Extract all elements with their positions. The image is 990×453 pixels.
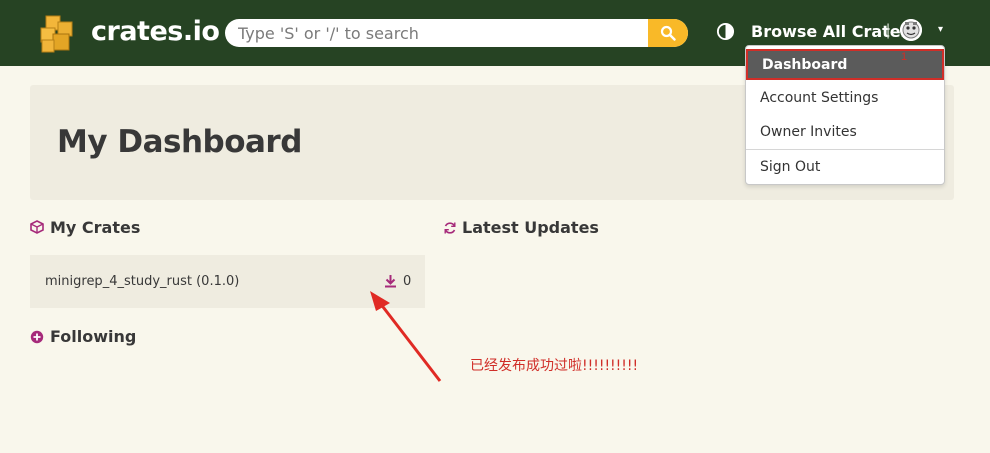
- logo-text[interactable]: crates.io: [91, 16, 220, 47]
- menu-item-owner-invites[interactable]: Owner Invites: [746, 115, 944, 149]
- annotation-note: 已经发布成功过啦!!!!!!!!!!: [470, 358, 639, 374]
- following-heading: Following: [50, 327, 137, 346]
- menu-item-dashboard[interactable]: Dashboard: [746, 49, 944, 80]
- crate-name-link[interactable]: minigrep_4_study_rust (0.1.0): [45, 274, 239, 289]
- crate-box-icon: [30, 220, 44, 234]
- header-separator: |: [886, 22, 891, 39]
- menu-item-sign-out[interactable]: Sign Out: [746, 150, 944, 184]
- search-button[interactable]: [648, 19, 688, 47]
- crates-logo-icon[interactable]: [38, 14, 78, 54]
- user-avatar[interactable]: [900, 19, 922, 41]
- search-icon: [660, 25, 676, 41]
- annotation-arrow-icon: [370, 291, 442, 382]
- search-bar: [225, 19, 688, 47]
- theme-toggle-icon[interactable]: [716, 22, 735, 41]
- search-input[interactable]: [225, 19, 648, 47]
- my-crates-heading: My Crates: [50, 218, 141, 237]
- plus-circle-icon: [30, 330, 44, 344]
- user-dropdown-menu: Dashboard Account Settings Owner Invites…: [745, 45, 945, 185]
- menu-item-account-settings[interactable]: Account Settings: [746, 81, 944, 115]
- page-title: My Dashboard: [57, 124, 302, 160]
- latest-updates-heading: Latest Updates: [462, 218, 599, 237]
- user-menu-caret-icon[interactable]: ▾: [938, 24, 943, 35]
- refresh-icon: [444, 222, 456, 234]
- annotation-marker-1: 1: [901, 51, 908, 63]
- avatar-icon: [900, 19, 922, 41]
